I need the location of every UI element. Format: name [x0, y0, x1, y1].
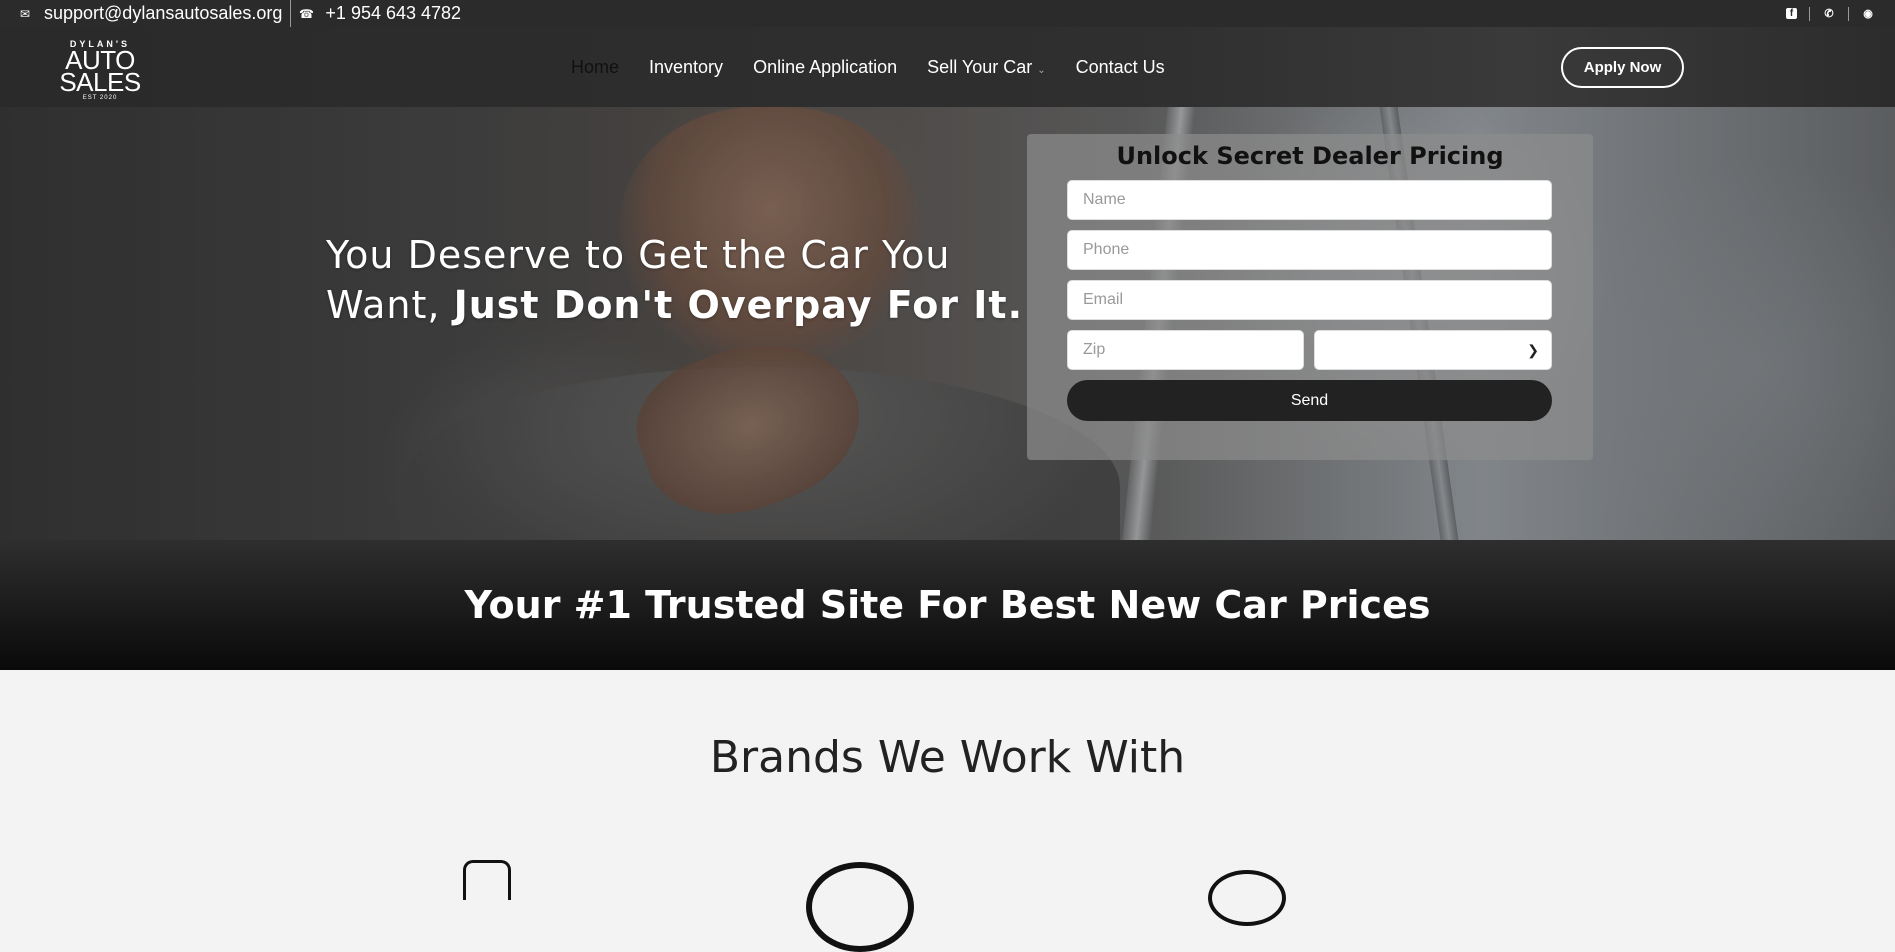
- divider: [290, 0, 292, 27]
- email-contact[interactable]: ✉ support@dylansautosales.org: [18, 0, 290, 27]
- email-field[interactable]: Email: [1067, 280, 1552, 320]
- social-links: f ✆ ◉: [1786, 0, 1875, 27]
- send-button[interactable]: Send: [1067, 380, 1552, 421]
- trusted-band: Your #1 Trusted Site For Best New Car Pr…: [0, 540, 1895, 670]
- hero-headline: You Deserve to Get the Car You Want, Jus…: [326, 230, 1023, 330]
- brands-section: Brands We Work With: [0, 670, 1895, 952]
- divider: [1848, 6, 1849, 21]
- whatsapp-icon[interactable]: ✆: [1822, 7, 1836, 21]
- phone-field[interactable]: Phone: [1067, 230, 1552, 270]
- chevron-down-icon: ❯: [1527, 341, 1539, 358]
- nissan-logo[interactable]: [806, 862, 914, 952]
- nav-menu: Home Inventory Online Application Sell Y…: [571, 27, 1165, 107]
- nav-item-label: Sell Your Car: [927, 56, 1033, 77]
- facebook-icon[interactable]: f: [1786, 8, 1797, 19]
- hero-line2: Want, Just Don't Overpay For It.: [326, 280, 1023, 330]
- vehicle-select[interactable]: ❯: [1314, 330, 1552, 370]
- nav-item-online-application[interactable]: Online Application: [753, 57, 897, 78]
- hero-section: You Deserve to Get the Car You Want, Jus…: [0, 107, 1895, 540]
- brands-title: Brands We Work With: [709, 732, 1186, 783]
- name-field[interactable]: Name: [1067, 180, 1552, 220]
- phone-icon: ☎: [298, 6, 314, 21]
- dealer-pricing-form: Unlock Secret Dealer Pricing Name Phone …: [1027, 134, 1593, 460]
- nav-item-sell-your-car[interactable]: Sell Your Car ⌄: [927, 57, 1045, 78]
- form-title: Unlock Secret Dealer Pricing: [1116, 142, 1504, 170]
- logo-line2: AUTO SALES: [59, 45, 141, 97]
- nav-item-home[interactable]: Home: [571, 57, 619, 78]
- trusted-title: Your #1 Trusted Site For Best New Car Pr…: [464, 583, 1431, 627]
- phone-text[interactable]: +1 954 643 4782: [325, 3, 461, 24]
- nav-item-contact-us[interactable]: Contact Us: [1076, 57, 1165, 78]
- top-bar: ✉ support@dylansautosales.org ☎ +1 954 6…: [0, 0, 1895, 27]
- main-navbar: DYLAN'S AUTO SALES EST 2020 Home Invento…: [0, 27, 1895, 107]
- email-text[interactable]: support@dylansautosales.org: [44, 3, 282, 24]
- email-icon: ✉: [19, 6, 31, 21]
- chevron-down-icon: ⌄: [1037, 64, 1046, 76]
- site-logo[interactable]: DYLAN'S AUTO SALES EST 2020: [30, 39, 170, 101]
- phone-contact[interactable]: ☎ +1 954 643 4782: [299, 0, 461, 27]
- honda-logo[interactable]: [463, 860, 511, 900]
- hero-line2-prefix: Want,: [326, 283, 454, 327]
- hero-line1: You Deserve to Get the Car You: [326, 233, 951, 277]
- nav-item-inventory[interactable]: Inventory: [649, 57, 723, 78]
- hero-line2-bold: Just Don't Overpay For It.: [453, 283, 1024, 327]
- apply-now-button[interactable]: Apply Now: [1561, 47, 1684, 88]
- instagram-icon[interactable]: ◉: [1861, 7, 1875, 21]
- zip-field[interactable]: Zip: [1067, 330, 1304, 370]
- logo-line3: EST 2020: [82, 95, 118, 101]
- divider: [1809, 6, 1810, 21]
- toyota-logo[interactable]: [1208, 870, 1286, 926]
